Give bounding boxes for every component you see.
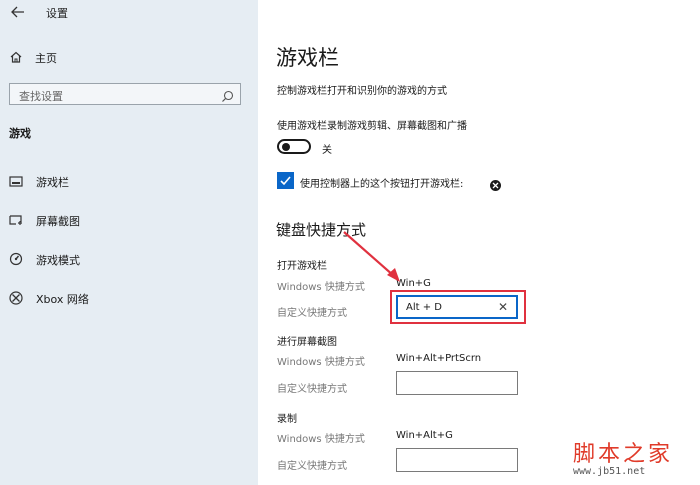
page-description: 控制游戏栏打开和识别你的游戏的方式 bbox=[277, 86, 447, 97]
windows-shortcut-label: Windows 快捷方式 bbox=[277, 434, 365, 445]
main-content: 游戏栏 控制游戏栏打开和识别你的游戏的方式 使用游戏栏录制游戏剪辑、屏幕截图和广… bbox=[258, 0, 700, 485]
custom-shortcut-label: 自定义快捷方式 bbox=[277, 384, 347, 395]
toggle-state-label: 关 bbox=[322, 145, 332, 156]
title-bar: 设置 bbox=[0, 0, 258, 26]
sidebar-item-screenshots[interactable]: 屏幕截图 bbox=[0, 205, 258, 235]
custom-shortcut-label: 自定义快捷方式 bbox=[277, 461, 347, 472]
sidebar-item-home[interactable]: 主页 bbox=[0, 42, 258, 72]
annotation-arrow bbox=[343, 231, 400, 282]
sidebar-item-label: 游戏栏 bbox=[36, 176, 69, 189]
sidebar: 设置 主页 查找设置 游戏 游戏栏 屏幕截图 游戏模式 Xbox 网络 bbox=[0, 0, 258, 485]
window-title: 设置 bbox=[46, 7, 68, 20]
search-input[interactable]: 查找设置 bbox=[9, 83, 241, 105]
game-mode-icon bbox=[8, 251, 24, 267]
game-bar-icon bbox=[8, 173, 24, 189]
home-icon bbox=[8, 49, 24, 65]
toggle-knob bbox=[282, 143, 290, 151]
page-title: 游戏栏 bbox=[276, 46, 339, 70]
search-icon[interactable] bbox=[221, 88, 234, 102]
sidebar-section-title: 游戏 bbox=[9, 127, 31, 140]
back-arrow-icon bbox=[11, 6, 24, 18]
windows-shortcut-value: Win+Alt+PrtScrn bbox=[396, 353, 482, 364]
controller-button-checkbox[interactable] bbox=[277, 172, 294, 189]
watermark-url: www.jb51.net bbox=[573, 466, 646, 477]
checkbox-label: 使用控制器上的这个按钮打开游戏栏: bbox=[300, 179, 464, 190]
record-toggle[interactable] bbox=[277, 139, 311, 154]
watermark: 脚本之家 www.jb51.net bbox=[573, 436, 698, 484]
sidebar-item-xbox-network[interactable]: Xbox 网络 bbox=[0, 283, 258, 313]
back-button[interactable] bbox=[8, 3, 28, 21]
sidebar-item-label: 屏幕截图 bbox=[36, 215, 80, 228]
custom-shortcut-label: 自定义快捷方式 bbox=[277, 308, 347, 319]
record-setting-label: 使用游戏栏录制游戏剪辑、屏幕截图和广播 bbox=[277, 121, 467, 132]
xbox-button-icon bbox=[490, 176, 501, 191]
shortcut-group-title: 录制 bbox=[277, 414, 297, 425]
windows-shortcut-value: Win+Alt+G bbox=[396, 430, 453, 441]
highlight-box bbox=[390, 290, 526, 324]
sidebar-item-label: 主页 bbox=[35, 52, 57, 65]
custom-shortcut-input[interactable] bbox=[396, 371, 518, 395]
shortcut-group-title: 进行屏幕截图 bbox=[277, 337, 337, 348]
checkmark-icon bbox=[280, 176, 291, 186]
custom-shortcut-input[interactable] bbox=[396, 448, 518, 472]
windows-shortcut-label: Windows 快捷方式 bbox=[277, 357, 365, 368]
shortcut-group-title: 打开游戏栏 bbox=[277, 261, 327, 272]
sidebar-item-label: 游戏模式 bbox=[36, 254, 80, 267]
sidebar-item-game-bar[interactable]: 游戏栏 bbox=[0, 166, 258, 196]
sidebar-item-label: Xbox 网络 bbox=[36, 293, 89, 306]
sidebar-item-game-mode[interactable]: 游戏模式 bbox=[0, 244, 258, 274]
xbox-icon bbox=[8, 290, 24, 306]
search-placeholder: 查找设置 bbox=[19, 90, 63, 103]
watermark-text: 脚本之家 bbox=[573, 442, 674, 467]
screenshot-icon bbox=[8, 212, 24, 228]
